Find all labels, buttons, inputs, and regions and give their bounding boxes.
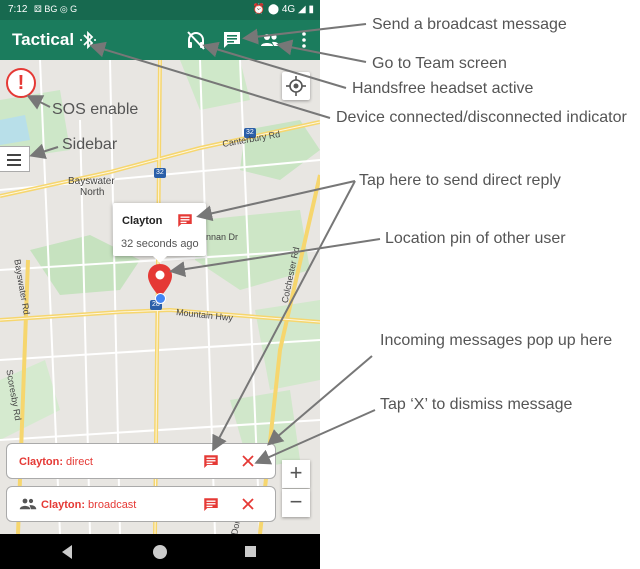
- annotation-direct-reply: Tap here to send direct reply: [359, 172, 561, 189]
- app-bar: Tactical: [0, 20, 320, 60]
- broadcast-message-icon[interactable]: [220, 28, 244, 52]
- menu-icon-bar: [7, 164, 21, 166]
- app-title: Tactical: [12, 30, 75, 49]
- message-body: direct: [63, 456, 93, 468]
- reply-icon[interactable]: [202, 496, 220, 519]
- phone-screen: 7:12 ⚄ BG ◎ G ⏰ ⬤ 4G ◢ ▮ Tactical 32 32 …: [0, 0, 320, 569]
- popup-time: 32 seconds ago: [121, 238, 199, 250]
- message-body: broadcast: [85, 499, 137, 511]
- location-icon: ⬤: [267, 4, 280, 15]
- recents-icon[interactable]: [245, 546, 256, 557]
- close-icon[interactable]: [241, 454, 255, 473]
- status-bar: 7:12 ⚄ BG ◎ G ⏰ ⬤ 4G ◢ ▮: [0, 0, 320, 20]
- message-text: Clayton: broadcast: [41, 499, 136, 511]
- message-broadcast[interactable]: Clayton: broadcast: [6, 486, 276, 522]
- status-icons-right: ⏰ ⬤ 4G ◢ ▮: [253, 4, 314, 15]
- team-icon[interactable]: [258, 28, 282, 52]
- group-icon: [19, 497, 37, 516]
- home-icon[interactable]: [153, 545, 167, 559]
- crosshair-icon: [286, 76, 306, 96]
- annotation-sidebar: Sidebar: [62, 136, 118, 153]
- annotation-sos: SOS enable: [52, 101, 139, 118]
- my-location-button[interactable]: [282, 72, 310, 100]
- menu-icon-bar: [7, 159, 21, 161]
- user-info-popup[interactable]: Clayton 32 seconds ago: [113, 203, 206, 263]
- headset-off-icon: [184, 28, 208, 52]
- bluetooth-icon: [76, 28, 100, 52]
- alarm-icon: ⏰: [252, 4, 266, 15]
- message-sender: Clayton:: [19, 456, 63, 468]
- battery-icon: ▮: [308, 4, 314, 15]
- popup-name: Clayton: [122, 215, 163, 227]
- annotation-location-pin: Location pin of other user: [385, 230, 566, 247]
- road-shield-label: 32: [156, 169, 164, 176]
- annotation-handsfree: Handsfree headset active: [352, 80, 534, 97]
- sos-button[interactable]: !: [6, 68, 36, 98]
- status-time: 7:12: [8, 4, 28, 15]
- close-icon[interactable]: [241, 497, 255, 516]
- reply-icon[interactable]: [176, 212, 194, 230]
- message-text: Clayton: direct: [19, 456, 93, 468]
- map-label-north: North: [80, 187, 105, 198]
- zoom-out-button[interactable]: −: [282, 489, 310, 517]
- map-label-bayswater: Bayswater: [68, 176, 115, 187]
- self-location-dot: [155, 293, 166, 304]
- message-direct[interactable]: Clayton: direct: [6, 443, 276, 479]
- reply-icon[interactable]: [202, 453, 220, 476]
- system-nav-bar: [0, 534, 320, 569]
- sidebar-button[interactable]: [0, 146, 30, 172]
- annotation-device-indicator: Device connected/disconnected indicator: [336, 109, 627, 126]
- annotation-team-screen: Go to Team screen: [372, 55, 507, 72]
- network-label: 4G: [281, 4, 296, 15]
- signal-icon: ◢: [298, 4, 306, 15]
- menu-icon: [7, 154, 21, 156]
- status-icons-left: ⚄ BG ◎ G: [34, 4, 78, 14]
- annotation-dismiss: Tap ‘X’ to dismiss message: [380, 396, 573, 413]
- annotation-incoming: Incoming messages pop up here: [380, 332, 613, 349]
- zoom-in-button[interactable]: +: [282, 460, 310, 488]
- message-sender: Clayton:: [41, 499, 85, 511]
- annotation-send-broadcast: Send a broadcast message: [372, 16, 567, 33]
- back-icon[interactable]: [62, 545, 72, 559]
- overflow-menu-icon[interactable]: [292, 28, 316, 52]
